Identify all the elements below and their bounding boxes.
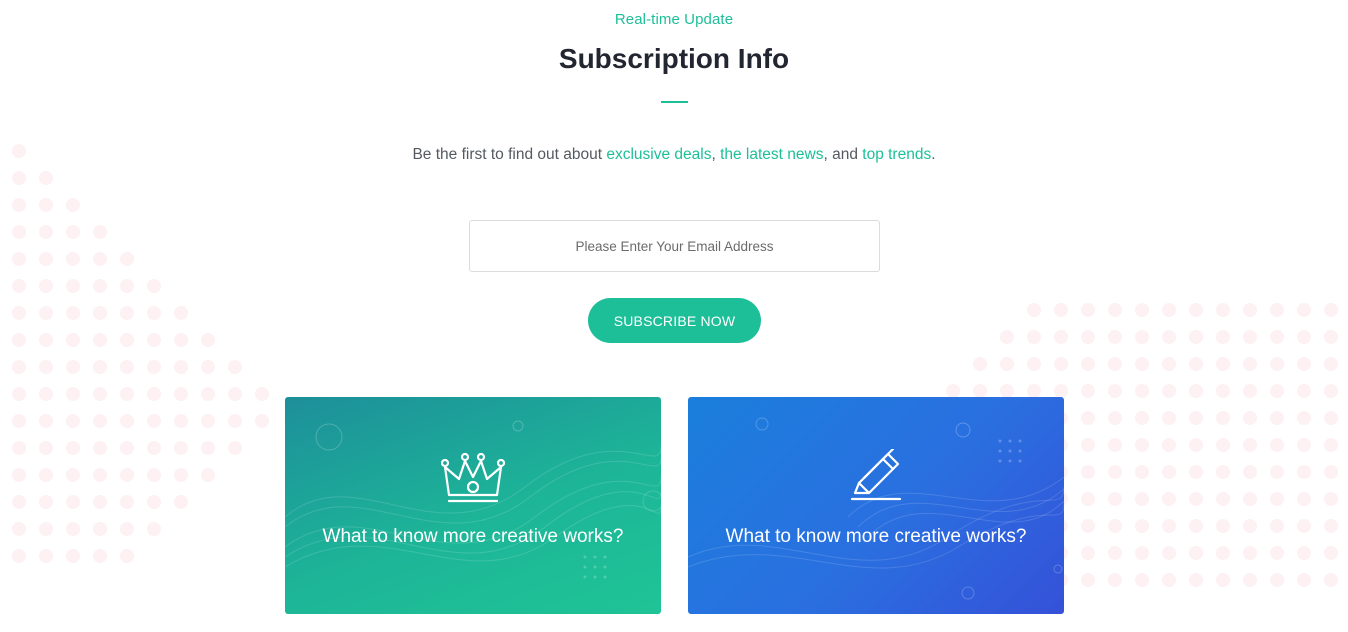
creative-works-card-1[interactable]: What to know more creative works? bbox=[285, 397, 661, 614]
email-input[interactable] bbox=[469, 220, 880, 272]
exclusive-deals-link[interactable]: exclusive deals bbox=[606, 146, 711, 163]
section-eyebrow: Real-time Update bbox=[614, 11, 734, 28]
creative-works-card-2[interactable]: What to know more creative works? bbox=[688, 397, 1064, 614]
section-lead: Be the first to find out about exclusive… bbox=[412, 146, 936, 163]
subscribe-button[interactable]: SUBSCRIBE NOW bbox=[588, 298, 761, 343]
card-wave-decoration bbox=[285, 420, 661, 579]
pencil-icon bbox=[850, 449, 902, 501]
card-wave-decoration bbox=[688, 417, 1064, 600]
card-text: What to know more creative works? bbox=[725, 526, 1027, 547]
title-divider bbox=[661, 101, 688, 103]
section-title: Subscription Info bbox=[558, 43, 790, 74]
latest-news-link[interactable]: the latest news bbox=[720, 146, 823, 163]
top-trends-link[interactable]: top trends bbox=[862, 146, 931, 163]
crown-icon bbox=[441, 452, 505, 503]
card-text: What to know more creative works? bbox=[322, 526, 624, 547]
